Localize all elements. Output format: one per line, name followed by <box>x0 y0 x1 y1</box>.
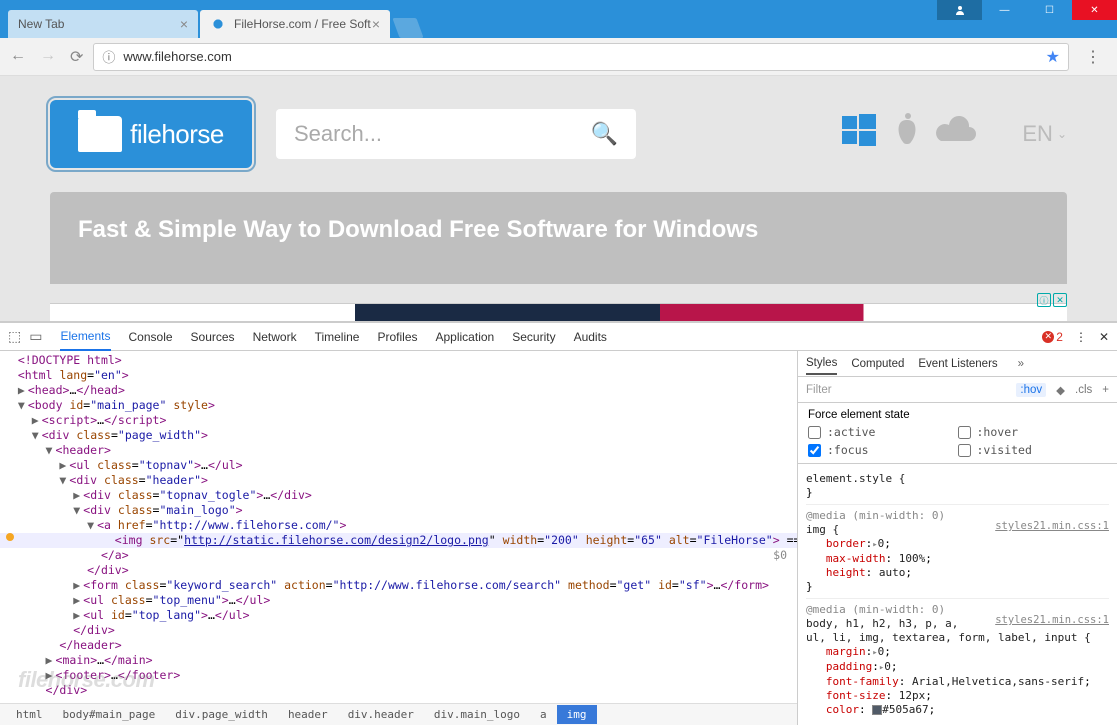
adchoices-badge[interactable]: ⓘ✕ <box>1037 293 1067 307</box>
cloud-icon[interactable] <box>934 115 978 153</box>
language-selector[interactable]: EN ⌄ <box>1022 121 1067 147</box>
folder-icon <box>78 116 122 152</box>
address-bar[interactable]: ⓘ www.filehorse.com ★ <box>93 43 1069 71</box>
state-visited[interactable]: :visited <box>958 443 1108 457</box>
tab-elements[interactable]: Elements <box>60 323 110 351</box>
tab-application[interactable]: Application <box>436 324 495 350</box>
search-input[interactable]: Search... 🔍 <box>276 109 636 159</box>
forward-button[interactable]: → <box>40 47 56 67</box>
devtools-panel: ⬚ ▭ Elements Console Sources Network Tim… <box>0 321 1117 725</box>
tab-network[interactable]: Network <box>253 324 297 350</box>
more-tabs-icon[interactable]: » <box>1018 358 1024 370</box>
state-focus[interactable]: :focus <box>808 443 958 457</box>
pin-icon[interactable]: ◆ <box>1056 383 1065 397</box>
devtools-menu-button[interactable]: ⋮ <box>1075 330 1087 344</box>
tab-sources[interactable]: Sources <box>191 324 235 350</box>
dom-tree[interactable]: <!DOCTYPE html> <html lang="en"> ▶<head>… <box>0 351 797 703</box>
page-viewport: filehorse Search... 🔍 EN ⌄ Fast & Simple… <box>0 76 1117 321</box>
inspect-element-button[interactable]: ⬚ <box>8 328 21 345</box>
close-icon[interactable]: × <box>372 16 380 32</box>
tab-console[interactable]: Console <box>129 324 173 350</box>
devtools-close-button[interactable]: ✕ <box>1099 330 1109 344</box>
tab-security[interactable]: Security <box>512 324 555 350</box>
minimize-button[interactable]: — <box>982 0 1027 20</box>
tab-styles[interactable]: Styles <box>806 353 837 375</box>
styles-filter[interactable]: Filter :hov ◆ .cls + <box>798 377 1117 403</box>
hero-title: Fast & Simple Way to Download Free Softw… <box>78 216 758 243</box>
back-button[interactable]: ← <box>10 47 26 67</box>
browser-menu-button[interactable]: ⋮ <box>1079 47 1107 67</box>
styles-panel: Styles Computed Event Listeners » Filter… <box>797 351 1117 725</box>
browser-tab[interactable]: FileHorse.com / Free Soft × <box>200 10 390 38</box>
tab-title: New Tab <box>18 17 64 31</box>
tab-audits[interactable]: Audits <box>574 324 607 350</box>
error-indicator[interactable]: ✕2 <box>1042 330 1063 344</box>
hero-banner: Fast & Simple Way to Download Free Softw… <box>50 192 1067 284</box>
browser-tab[interactable]: New Tab × <box>8 10 198 38</box>
search-icon[interactable]: 🔍 <box>591 121 618 147</box>
browser-toolbar: ← → ⟳ ⓘ www.filehorse.com ★ ⋮ <box>0 38 1117 76</box>
hov-toggle[interactable]: :hov <box>1016 383 1046 397</box>
logo-text: filehorse <box>130 119 224 150</box>
maximize-button[interactable]: ☐ <box>1027 0 1072 20</box>
ad-banner[interactable] <box>50 303 1067 321</box>
close-icon[interactable]: × <box>180 16 188 32</box>
force-element-state: Force element state :active :hover :focu… <box>798 403 1117 464</box>
windows-icon[interactable] <box>842 113 876 155</box>
elements-panel: <!DOCTYPE html> <html lang="en"> ▶<head>… <box>0 351 797 725</box>
tab-event-listeners[interactable]: Event Listeners <box>918 354 997 374</box>
styles-tabs: Styles Computed Event Listeners » <box>798 351 1117 377</box>
chevron-down-icon: ⌄ <box>1057 127 1067 141</box>
device-toggle-button[interactable]: ▭ <box>29 328 42 345</box>
window-controls: — ☐ ✕ <box>937 0 1117 20</box>
site-logo[interactable]: filehorse <box>50 100 252 168</box>
css-rules[interactable]: element.style { } @media (min-width: 0) … <box>798 464 1117 725</box>
source-link[interactable]: styles21.min.css:1 <box>995 613 1109 627</box>
selected-dom-node[interactable]: <img src="http://static.filehorse.com/de… <box>0 533 797 548</box>
apple-icon[interactable] <box>890 113 920 155</box>
platform-links <box>842 113 978 155</box>
favicon-icon <box>210 16 226 32</box>
state-hover[interactable]: :hover <box>958 425 1108 439</box>
search-placeholder: Search... <box>294 121 382 147</box>
cls-toggle[interactable]: .cls <box>1075 384 1092 396</box>
tab-profiles[interactable]: Profiles <box>377 324 417 350</box>
new-tab-button[interactable] <box>392 18 423 38</box>
source-link[interactable]: styles21.min.css:1 <box>995 519 1109 533</box>
url-text: www.filehorse.com <box>123 49 231 64</box>
tab-computed[interactable]: Computed <box>851 354 904 374</box>
state-active[interactable]: :active <box>808 425 958 439</box>
bookmark-star-icon[interactable]: ★ <box>1046 47 1060 67</box>
window-close-button[interactable]: ✕ <box>1072 0 1117 20</box>
tab-title: FileHorse.com / Free Soft <box>234 17 371 31</box>
new-rule-button[interactable]: + <box>1102 384 1109 396</box>
dom-breadcrumbs[interactable]: html body#main_page div.page_width heade… <box>0 703 797 725</box>
devtools-tabs: ⬚ ▭ Elements Console Sources Network Tim… <box>0 323 1117 351</box>
tab-timeline[interactable]: Timeline <box>315 324 360 350</box>
user-button[interactable] <box>937 0 982 20</box>
site-info-icon[interactable]: ⓘ <box>102 47 115 66</box>
reload-button[interactable]: ⟳ <box>70 47 83 67</box>
